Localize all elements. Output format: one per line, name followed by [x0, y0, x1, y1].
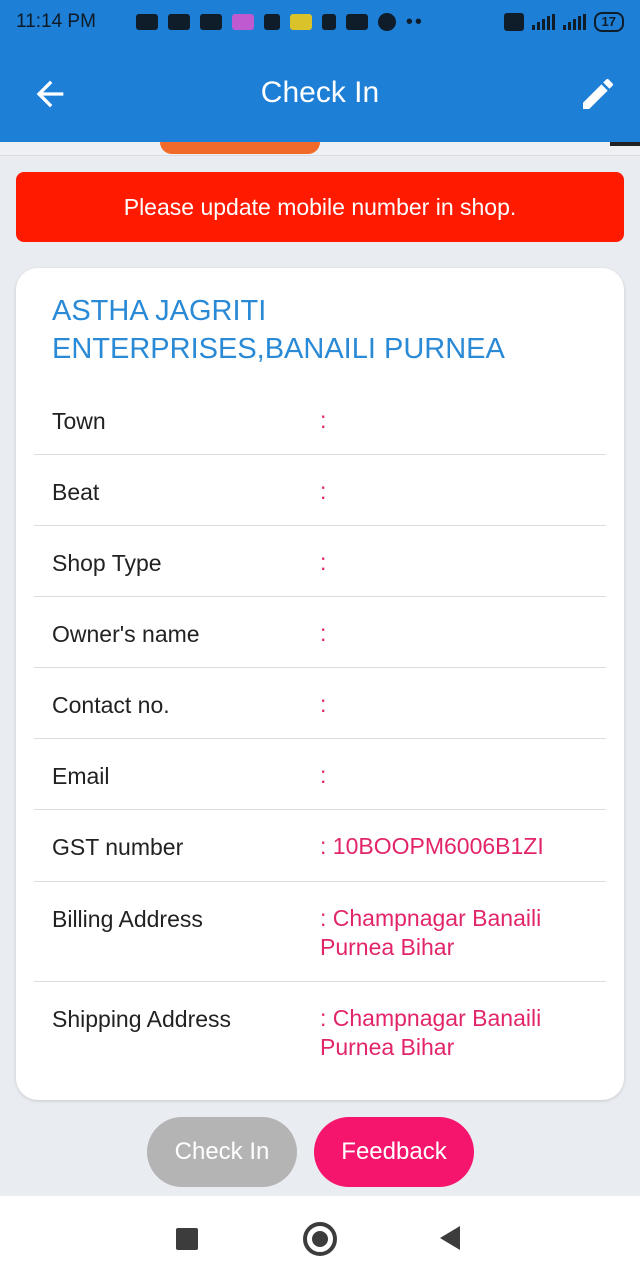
shop-name: ASTHA JAGRITI ENTERPRISES,BANAILI PURNEA — [52, 295, 505, 365]
detail-row-owner-name: Owner's name : — [34, 597, 606, 668]
detail-label: Contact no. — [52, 692, 170, 718]
detail-label: GST number — [52, 834, 184, 860]
arrow-back-icon — [36, 80, 64, 108]
alert-banner: Please update mobile number in shop. — [16, 172, 624, 242]
gmail-icon — [345, 14, 368, 30]
detail-label: Email — [52, 763, 110, 789]
alert-message: Please update mobile number in shop. — [123, 193, 517, 220]
more-notifications-icon: •• — [405, 10, 424, 33]
pencil-icon — [583, 78, 614, 109]
tiktok-icon — [321, 14, 336, 30]
app-icon — [231, 14, 254, 30]
detail-label: Owner's name — [52, 621, 200, 647]
detail-value: : — [320, 762, 327, 788]
status-time: 11:14 PM — [16, 11, 96, 32]
detail-value: : — [320, 407, 327, 433]
status-bar: 11:14 PM •• 17 — [0, 0, 640, 44]
battery-icon: 17 — [593, 12, 624, 32]
volte-icon — [503, 13, 524, 31]
detail-value: : Champnagar Banaili Purnea Bihar — [320, 1005, 542, 1060]
banner-image — [0, 142, 640, 156]
detail-label: Billing Address — [52, 906, 203, 932]
youtube-icon — [135, 14, 158, 30]
detail-row-shipping-address: Shipping Address : Champnagar Banaili Pu… — [34, 982, 606, 1082]
detail-row-email: Email : — [34, 739, 606, 810]
detail-label: Shipping Address — [52, 1006, 232, 1032]
detail-row-town: Town : — [34, 384, 606, 455]
system-back-button[interactable] — [440, 1226, 460, 1250]
system-status: 17 — [503, 12, 624, 32]
app-bar: Check In — [0, 44, 640, 142]
system-nav-bar — [0, 1196, 640, 1280]
detail-label: Town — [52, 408, 106, 434]
detail-value: : — [320, 691, 327, 717]
detail-row-gst: GST number : 10BOOPM6006B1ZI — [34, 810, 606, 882]
edit-button[interactable] — [578, 74, 618, 114]
detail-value: : — [320, 549, 327, 575]
detail-row-beat: Beat : — [34, 455, 606, 526]
signal-icon — [531, 14, 555, 30]
back-button[interactable] — [30, 74, 70, 114]
recent-apps-button[interactable] — [176, 1228, 198, 1250]
detail-row-billing-address: Billing Address : Champnagar Banaili Pur… — [34, 882, 606, 982]
detail-label: Beat — [52, 479, 100, 505]
detail-value: : — [320, 620, 327, 646]
detail-row-contact: Contact no. : — [34, 668, 606, 739]
detail-value: : — [320, 478, 327, 504]
detail-value: : 10BOOPM6006B1ZI — [320, 833, 544, 859]
home-button[interactable] — [303, 1222, 337, 1256]
app-icon — [263, 14, 280, 30]
detail-row-shop-type: Shop Type : — [34, 526, 606, 597]
feedback-button[interactable]: Feedback — [314, 1117, 474, 1187]
detail-value: : Champnagar Banaili Purnea Bihar — [320, 905, 542, 960]
check-in-button[interactable]: Check In — [147, 1117, 297, 1187]
shop-details-card: ASTHA JAGRITI ENTERPRISES,BANAILI PURNEA… — [16, 268, 624, 1100]
youtube-icon — [167, 14, 190, 30]
notification-icons: •• — [135, 10, 424, 34]
location-icon — [377, 13, 396, 31]
detail-label: Shop Type — [52, 550, 162, 576]
ludo-icon — [289, 14, 312, 30]
signal-icon — [562, 14, 586, 30]
youtube-icon — [199, 14, 222, 30]
page-title: Check In — [260, 76, 380, 109]
